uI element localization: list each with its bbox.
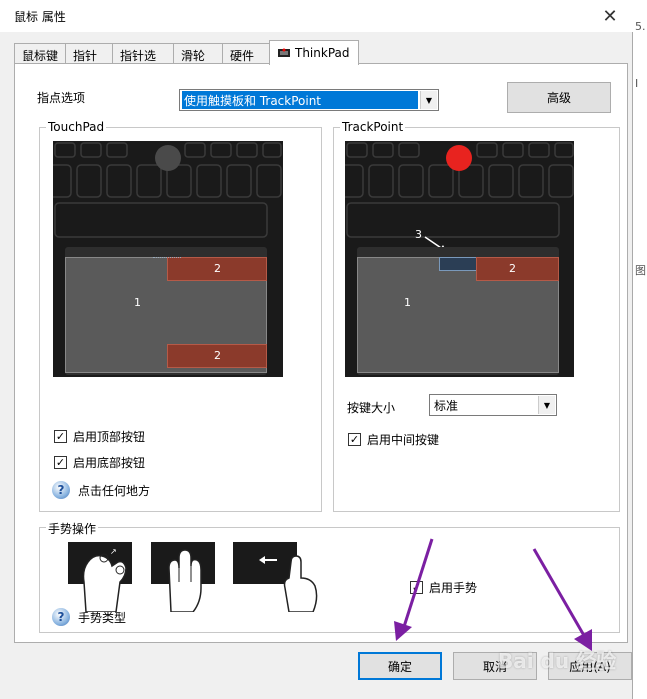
help-icon: ? <box>52 481 70 499</box>
side-char: 图 <box>635 264 646 277</box>
thinkpad-panel: 指点选项 使用触摸板和 TrackPoint ▼ 高级 TouchPad 1 2… <box>14 63 628 643</box>
touchpad-zone-bottom-button: 2 <box>167 344 267 368</box>
trackpoint-zone-right-label: 2 <box>509 262 516 275</box>
trackpoint-group-title: TrackPoint <box>340 120 406 134</box>
trackpoint-nub-active <box>446 145 472 171</box>
enable-bottom-buttons-checkbox[interactable]: ✓ 启用底部按钮 <box>54 454 145 471</box>
help-icon: ? <box>52 608 70 626</box>
touchpad-zone-main-label: 1 <box>134 296 141 309</box>
pointing-options-label: 指点选项 <box>37 91 86 105</box>
gesture-types-help[interactable]: ? 手势类型 <box>52 608 126 626</box>
chevron-down-icon: ▼ <box>420 91 437 109</box>
gesture-swipe-icon <box>233 542 318 612</box>
mouse-properties-dialog: 鼠标 属性 ✕ 鼠标键 指针 指针选项 滑轮 硬件 ThinkPad 指点选项 … <box>0 0 633 699</box>
gestures-group: 手势操作 ↗ ✓ 启用手势 ? 手势类型 <box>39 520 620 633</box>
tab-thinkpad[interactable]: ThinkPad <box>269 40 359 65</box>
trackpoint-zone-middle-callout: 3 <box>415 228 422 241</box>
side-char: 5. <box>635 20 646 33</box>
touchpad-middle-dots <box>153 257 181 258</box>
thinkpad-icon <box>278 48 290 57</box>
close-icon: ✕ <box>602 5 618 27</box>
ok-button[interactable]: 确定 <box>358 652 442 680</box>
enable-gestures-label: 启用手势 <box>429 581 478 595</box>
gesture-types-label: 手势类型 <box>78 610 127 625</box>
title-bar: 鼠标 属性 ✕ <box>0 0 633 32</box>
enable-middle-button-label: 启用中间按键 <box>367 433 440 447</box>
tab-thinkpad-label: ThinkPad <box>295 46 350 60</box>
tab-mouse-buttons[interactable]: 鼠标键 <box>14 43 66 64</box>
tab-pointers[interactable]: 指针 <box>65 43 113 64</box>
trackpoint-group: TrackPoint 3 1 2 按键大小 标准 ▼ ✓ 启用中间按键 <box>333 120 620 512</box>
touchpad-zone-top-label: 2 <box>214 262 221 275</box>
checkbox-box: ✓ <box>348 433 361 446</box>
chevron-down-icon: ▼ <box>538 396 555 414</box>
apply-button[interactable]: 应用(A) <box>548 652 632 680</box>
checkbox-box: ✓ <box>54 430 67 443</box>
trackpoint-zone-middle-button <box>439 257 477 271</box>
enable-gestures-checkbox[interactable]: ✓ 启用手势 <box>410 579 477 596</box>
click-anywhere-help[interactable]: ? 点击任何地方 <box>52 481 150 499</box>
trackpoint-nub-inactive <box>155 145 181 171</box>
gesture-two-finger-scroll-icon <box>151 542 215 612</box>
close-button[interactable]: ✕ <box>587 0 633 32</box>
advanced-button[interactable]: 高级 <box>507 82 611 113</box>
pointing-options-value: 使用触摸板和 TrackPoint <box>182 91 418 109</box>
background-window-edge: 5. I 图 <box>634 0 647 699</box>
svg-text:↗: ↗ <box>110 547 117 556</box>
trackpoint-zone-main-label: 1 <box>404 296 411 309</box>
gesture-pinch-icon: ↗ <box>68 542 132 612</box>
side-char: I <box>635 77 639 90</box>
button-size-select[interactable]: 标准 ▼ <box>429 394 557 416</box>
tab-pointer-options[interactable]: 指针选项 <box>112 43 174 80</box>
touchpad-group-title: TouchPad <box>46 120 107 134</box>
button-size-label: 按键大小 <box>347 401 396 415</box>
click-anywhere-label: 点击任何地方 <box>78 483 151 498</box>
touchpad-illustration: 1 2 2 <box>46 141 283 377</box>
touchpad-zone-top-button: 2 <box>167 257 267 281</box>
enable-top-buttons-checkbox[interactable]: ✓ 启用顶部按钮 <box>54 428 145 445</box>
trackpoint-zone-right-button: 2 <box>476 257 559 281</box>
enable-bottom-buttons-label: 启用底部按钮 <box>73 456 146 470</box>
gestures-group-title: 手势操作 <box>46 520 99 537</box>
cancel-button[interactable]: 取消 <box>453 652 537 680</box>
checkbox-box: ✓ <box>410 581 423 594</box>
enable-top-buttons-label: 启用顶部按钮 <box>73 430 146 444</box>
window-title: 鼠标 属性 <box>14 10 66 24</box>
touchpad-group: TouchPad 1 2 2 ✓ 启用顶部按钮 ✓ 启用底部按钮 ? 点击任何地… <box>39 120 322 512</box>
touchpad-zone-bottom-label: 2 <box>214 349 221 362</box>
checkbox-box: ✓ <box>54 456 67 469</box>
trackpoint-illustration: 3 1 2 <box>338 141 574 377</box>
button-size-value: 标准 <box>434 398 459 413</box>
enable-middle-button-checkbox[interactable]: ✓ 启用中间按键 <box>348 431 439 448</box>
tab-wheel[interactable]: 滑轮 <box>173 43 223 64</box>
tab-hardware[interactable]: 硬件 <box>222 43 270 64</box>
pointing-options-select[interactable]: 使用触摸板和 TrackPoint ▼ <box>179 89 439 111</box>
